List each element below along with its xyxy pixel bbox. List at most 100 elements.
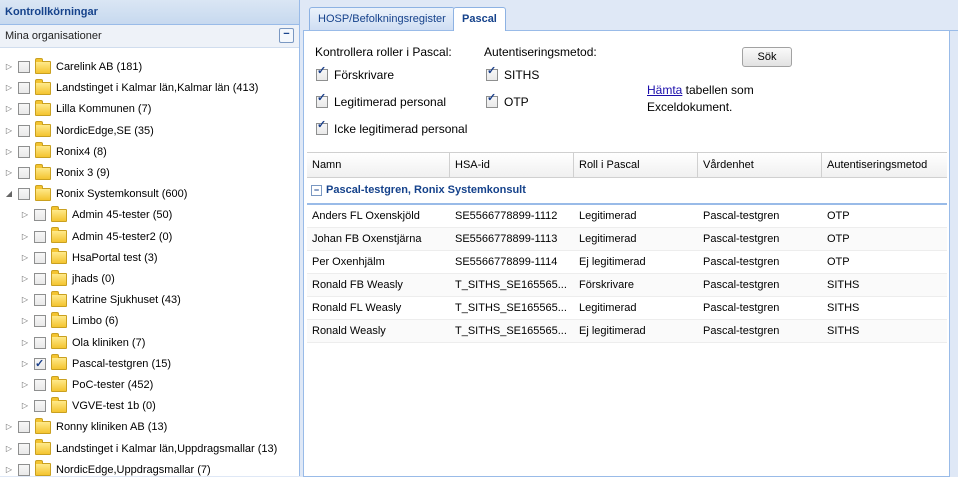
vardenhet-cell: Pascal-testgren [703, 233, 780, 245]
tree-item[interactable]: ▷ Katrine Sjukhuset (43) [20, 289, 181, 311]
tree-item[interactable]: ▷ Landstinget i Kalmar län,Uppdragsmallar… [4, 438, 277, 460]
expand-arrow-icon[interactable]: ▷ [4, 77, 14, 99]
tree-item[interactable]: ▷ Ola kliniken (7) [20, 332, 145, 354]
table-row[interactable]: Ronald FL Weasly T_SITHS_SE165565... Legit… [307, 297, 947, 320]
table-row[interactable]: Ronald FB Weasly T_SITHS_SE165565... Försk… [307, 274, 947, 297]
tree-item-checkbox[interactable] [34, 251, 46, 264]
tree-item-label: Limbo (6) [72, 315, 119, 328]
tree-item-checkbox[interactable] [18, 124, 30, 137]
tree-item[interactable]: ▷ Carelink AB (181) [4, 56, 142, 78]
roll-cell: Ej legitimerad [579, 256, 646, 268]
export-text: Hämta tabellen som Exceldokument. [647, 82, 797, 116]
expand-arrow-icon[interactable]: ▷ [20, 395, 30, 417]
role-legitimerad-checkbox[interactable] [316, 91, 328, 108]
table-row[interactable]: Per Oxenhjälm SE5566778899-1114 Ej legitim… [307, 251, 947, 274]
expand-arrow-icon[interactable]: ▷ [4, 438, 14, 460]
hsa-id-cell: SE5566778899-1114 [455, 256, 558, 268]
tree-item[interactable]: ▷ Ronix4 (8) [4, 141, 107, 163]
group-collapse-icon[interactable]: − [311, 184, 322, 196]
tree-item-checkbox[interactable] [18, 145, 30, 158]
expand-arrow-icon[interactable]: ▷ [4, 162, 14, 184]
expand-arrow-icon[interactable]: ▷ [20, 268, 30, 290]
column-header-autentiseringsmetod[interactable]: Autentiseringsmetod [822, 153, 947, 177]
search-button[interactable]: Sök [742, 47, 792, 67]
expand-arrow-icon[interactable]: ▷ [20, 310, 30, 332]
expand-arrow-icon[interactable]: ▷ [4, 56, 14, 78]
tree-item-checkbox[interactable] [34, 379, 46, 391]
expand-arrow-icon[interactable]: ▷ [4, 98, 14, 120]
role-icke-legitimerad-checkbox[interactable] [316, 118, 328, 135]
tree-item-checkbox[interactable] [18, 442, 30, 455]
tree-item-checkbox[interactable] [18, 167, 30, 179]
tree-item-checkbox[interactable] [34, 315, 46, 328]
column-header-hsa-id[interactable]: HSA-id [450, 153, 574, 177]
tree-item[interactable]: ▷ HsaPortal test (3) [20, 247, 158, 269]
role-forskrivare-checkbox[interactable] [316, 64, 328, 81]
tree-item-checkbox[interactable] [34, 336, 46, 349]
expand-arrow-icon[interactable]: ▷ [20, 374, 30, 396]
tree-item[interactable]: ▷ Pascal-testgren (15) [20, 353, 171, 375]
roll-cell: Legitimerad [579, 302, 637, 314]
table-row[interactable]: Johan FB Oxenstjärna SE5566778899-1113 Leg… [307, 228, 947, 251]
tree-item[interactable]: ▷ PoC-tester (452) [20, 374, 153, 396]
auth-option-otp[interactable]: OTP [486, 91, 529, 110]
folder-icon [51, 269, 67, 286]
auth-option-siths[interactable]: SITHS [486, 64, 539, 83]
tree-item[interactable]: ▷ Landstinget i Kalmar län,Kalmar län (41… [4, 77, 258, 99]
role-option-icke-legitimerad[interactable]: Icke legitimerad personal [316, 118, 467, 137]
tree-item[interactable]: ▷ Lilla Kommunen (7) [4, 98, 151, 120]
expand-arrow-icon[interactable]: ▷ [4, 141, 14, 163]
collapse-arrow-icon[interactable]: ◢ [4, 183, 14, 205]
tree-item-checkbox[interactable] [34, 400, 46, 413]
role-option-forskrivare[interactable]: Förskrivare [316, 64, 394, 83]
tab-hosp[interactable]: HOSP/Befolkningsregister [309, 7, 455, 30]
tree-item-checkbox[interactable] [18, 188, 30, 201]
column-header-vardenhet[interactable]: Vårdenhet [698, 153, 822, 177]
tree-item-checkbox[interactable] [18, 421, 30, 434]
role-option-legitimerad[interactable]: Legitimerad personal [316, 91, 446, 110]
tree-item-checkbox[interactable] [18, 82, 30, 95]
namn-cell: Ronald FL Weasly [312, 302, 402, 314]
expand-arrow-icon[interactable]: ▷ [4, 120, 14, 142]
tree-item[interactable]: ▷ NordicEdge,SE (35) [4, 120, 154, 142]
tab-strip: HOSP/Befolkningsregister Pascal [303, 0, 958, 31]
tree-item[interactable]: ▷ Admin 45-tester2 (0) [20, 226, 172, 248]
tree-item-checkbox[interactable] [18, 103, 30, 116]
expand-arrow-icon[interactable]: ▷ [4, 416, 14, 438]
tree-item-checkbox[interactable] [34, 230, 46, 243]
expand-arrow-icon[interactable]: ▷ [4, 459, 14, 476]
expand-arrow-icon[interactable]: ▷ [20, 289, 30, 311]
expand-arrow-icon[interactable]: ▷ [20, 226, 30, 248]
tree-item[interactable]: ▷ Ronix 3 (9) [4, 162, 110, 184]
collapse-icon[interactable]: − [279, 28, 294, 43]
expand-arrow-icon[interactable]: ▷ [20, 332, 30, 354]
tree-item-label: HsaPortal test (3) [72, 251, 158, 264]
group-header-row[interactable]: − Pascal-testgren, Ronix Systemkonsult [307, 178, 947, 205]
auth-siths-checkbox[interactable] [486, 64, 498, 81]
tree-item-checkbox[interactable] [34, 209, 46, 222]
tree-item[interactable]: ▷ Admin 45-tester (50) [20, 204, 172, 226]
table-row[interactable]: Anders FL Oxenskjöld SE5566778899-1112 Leg… [307, 205, 947, 228]
tree-item-checkbox[interactable] [34, 294, 46, 307]
tree-item[interactable]: ▷ Ronny kliniken AB (13) [4, 416, 167, 438]
tree-item-checkbox[interactable] [34, 273, 46, 285]
tree-item-checkbox[interactable] [18, 61, 30, 73]
export-link[interactable]: Hämta [647, 83, 682, 97]
auth-otp-checkbox[interactable] [486, 91, 498, 108]
expand-arrow-icon[interactable]: ▷ [20, 247, 30, 269]
tree-item-checkbox[interactable] [18, 463, 30, 476]
column-header-roll[interactable]: Roll i Pascal [574, 153, 698, 177]
tree-item[interactable]: ▷ Limbo (6) [20, 310, 118, 332]
expand-arrow-icon[interactable]: ▷ [20, 353, 30, 375]
table-row[interactable]: Ronald Weasly T_SITHS_SE165565... Ej legit… [307, 320, 947, 343]
expand-arrow-icon[interactable]: ▷ [20, 204, 30, 226]
tree-item[interactable]: ◢ Ronix Systemkonsult (600) [4, 183, 187, 205]
tree-item-label: VGVE-test 1b (0) [72, 400, 156, 413]
tree-item[interactable]: ▷ VGVE-test 1b (0) [20, 395, 156, 417]
tree-item-checkbox[interactable] [34, 353, 46, 375]
tab-pascal[interactable]: Pascal [453, 7, 506, 31]
tree-item[interactable]: ▷ NordicEdge,Uppdragsmallar (7) [4, 459, 211, 476]
tree-item[interactable]: ▷ jhads (0) [20, 268, 115, 290]
column-header-namn[interactable]: Namn [307, 153, 450, 177]
tree-item-label: jhads (0) [72, 273, 115, 285]
